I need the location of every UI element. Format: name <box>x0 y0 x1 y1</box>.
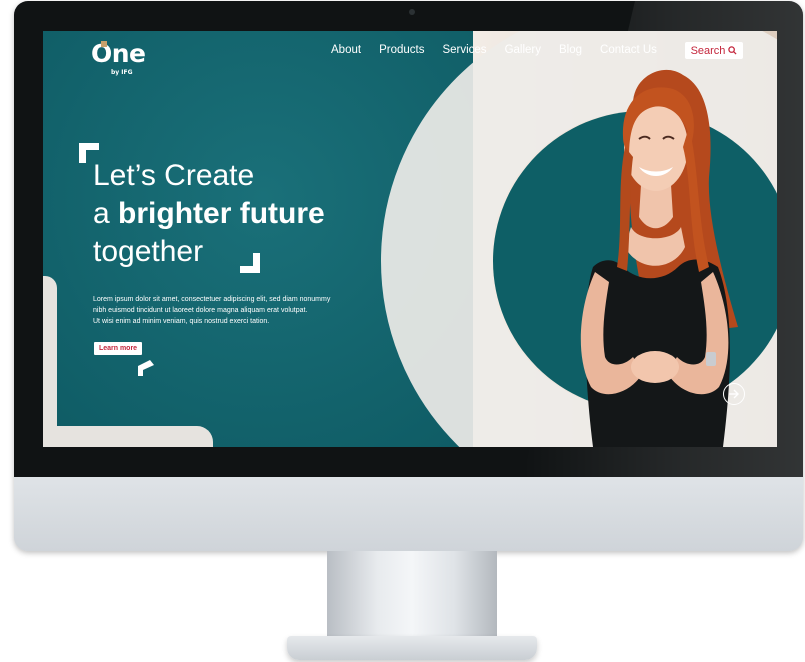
bracket-bottom-right-icon <box>240 253 260 273</box>
nav-item-products[interactable]: Products <box>379 44 424 56</box>
nav-item-services[interactable]: Services <box>442 44 486 56</box>
search-button[interactable]: Search <box>685 42 743 59</box>
corner-arrow-icon <box>138 360 154 376</box>
monitor-chin <box>14 477 803 551</box>
nav-item-blog[interactable]: Blog <box>559 44 582 56</box>
nav-item-about[interactable]: About <box>331 44 361 56</box>
search-label: Search <box>690 44 726 57</box>
nav-item-contact-us[interactable]: Contact Us <box>600 44 657 56</box>
hero-heading-line-2: a brighter future <box>93 197 325 230</box>
hero-description: Lorem ipsum dolor sit amet, consectetuer… <box>93 296 331 325</box>
camera-icon <box>409 9 415 15</box>
monitor-stand-base <box>287 636 537 660</box>
logo-wordmark: One <box>91 39 146 68</box>
hero-heading-line-1: Let’s Create <box>93 159 255 192</box>
brand-logo[interactable]: One by IFG <box>91 39 161 79</box>
monitor-stand <box>327 551 497 641</box>
logo-tagline: by IFG <box>111 69 133 76</box>
learn-more-button[interactable]: Learn more <box>94 342 142 355</box>
nav-item-gallery[interactable]: Gallery <box>505 44 541 56</box>
arrow-right-circle-icon <box>729 389 739 399</box>
logo-accent-mark <box>101 41 107 47</box>
main-navigation: About Products Services Gallery Blog Con… <box>331 44 675 56</box>
search-icon <box>728 46 737 55</box>
website-screen: One by IFG About Products Services Galle… <box>43 31 777 447</box>
carousel-next-button[interactable] <box>723 383 745 405</box>
